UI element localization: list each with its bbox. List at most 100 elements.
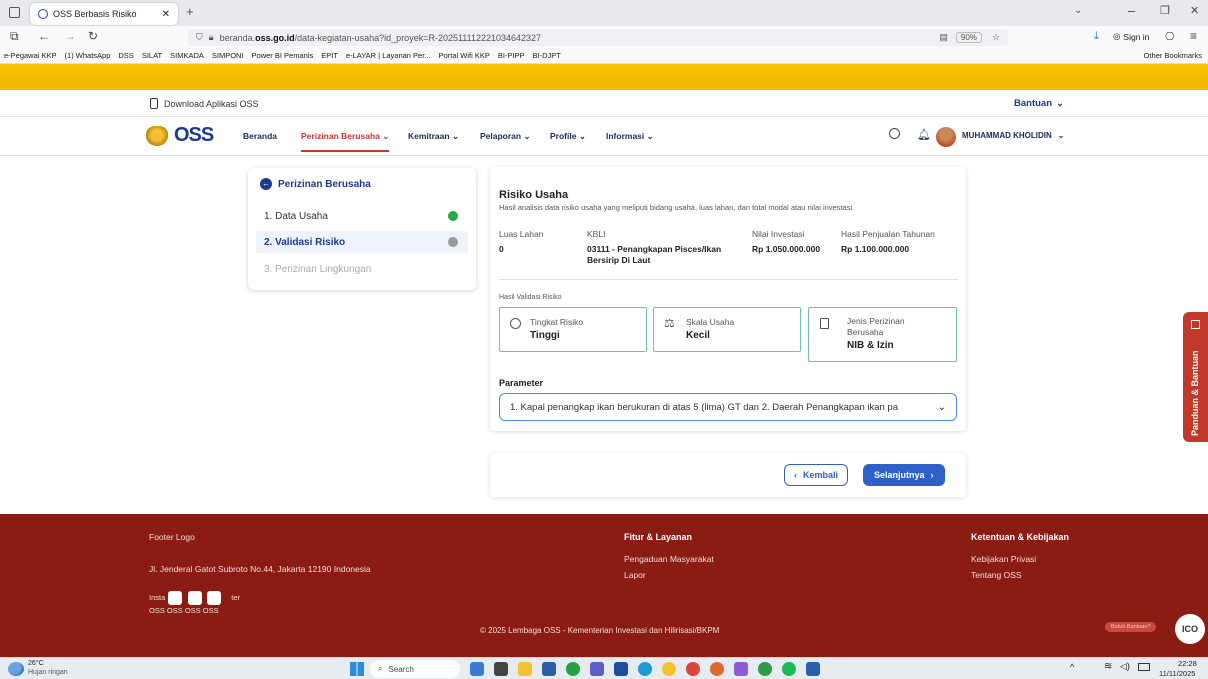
tab-close-icon[interactable]: ✕: [162, 9, 170, 20]
parameter-select[interactable]: 1. Kapal penangkap ikan berukuran di ata…: [499, 393, 957, 421]
browser-tab[interactable]: OSS Berbasis Risiko ✕: [30, 3, 178, 25]
stepper-card: ← Perizinan Berusaha 1. Data Usaha 2. Va…: [248, 168, 476, 290]
download-app-link[interactable]: Download Aplikasi OSS: [150, 98, 259, 109]
bookmark-item[interactable]: DSS: [118, 51, 133, 60]
bookmark-item[interactable]: (1) WhatsApp: [65, 51, 111, 60]
help-bubble[interactable]: Butuh Bantuan?: [1105, 622, 1157, 632]
bookmark-item[interactable]: BI-DJPT: [533, 51, 561, 60]
social-labels: OSS OSS OSS OSS: [149, 606, 219, 615]
other-bookmarks[interactable]: Other Bookmarks: [1144, 51, 1202, 60]
sign-in-button[interactable]: ◎ Sign in: [1113, 31, 1149, 42]
nav-kemitraan[interactable]: Kemitraan ⌄: [408, 131, 459, 142]
sidebar-toggle-icon[interactable]: ⧉: [10, 29, 19, 44]
word-icon[interactable]: [806, 662, 820, 676]
browser-icon[interactable]: [758, 662, 772, 676]
bookmark-item[interactable]: SIMKADA: [170, 51, 204, 60]
whatsapp-icon[interactable]: [566, 662, 580, 676]
box-tingkat-risiko: Tingkat Risiko Tinggi: [499, 307, 647, 352]
spotify-icon[interactable]: [782, 662, 796, 676]
outlook-icon[interactable]: [614, 662, 628, 676]
footer-link[interactable]: Pengaduan Masyarakat: [624, 554, 714, 564]
norton-icon[interactable]: [662, 662, 676, 676]
oss-logo[interactable]: OSS: [146, 124, 214, 147]
step-validasi-risiko[interactable]: 2. Validasi Risiko: [256, 231, 468, 253]
restore-icon[interactable]: ❐: [1160, 4, 1170, 17]
menu-icon[interactable]: ≡: [1190, 29, 1197, 43]
search-icon: ⌕: [378, 664, 383, 673]
fitur-title: Fitur & Layanan: [624, 532, 693, 542]
chrome-icon[interactable]: [686, 662, 700, 676]
download-icon[interactable]: ⤓: [1094, 30, 1099, 43]
edge-icon[interactable]: [638, 662, 652, 676]
store-icon[interactable]: [542, 662, 556, 676]
nav-beranda[interactable]: Beranda: [243, 131, 277, 141]
nav-perizinan-berusaha[interactable]: Perizinan Berusaha ⌄: [301, 131, 390, 152]
social-icon[interactable]: [168, 591, 182, 605]
url-bar[interactable]: ⛉ 🔒︎ beranda. oss.go.id/data-kegiatan-usa…: [188, 29, 1008, 46]
weather-temp: 26°C: [28, 660, 44, 667]
nav-profile[interactable]: Profile ⌄: [550, 131, 586, 142]
volume-icon[interactable]: ◁): [1120, 661, 1130, 672]
taskbar-search[interactable]: ⌕ Search: [370, 660, 460, 678]
widgets-icon[interactable]: [470, 662, 484, 676]
bookmark-item[interactable]: BI-PIPP: [498, 51, 525, 60]
bookmark-item[interactable]: e-LAYAR | Layanan Per...: [346, 51, 431, 60]
stepper-title[interactable]: ← Perizinan Berusaha: [260, 178, 371, 190]
wifi-icon[interactable]: ≋: [1104, 661, 1112, 672]
next-button[interactable]: Selanjutnya ›: [863, 464, 945, 486]
search-icon[interactable]: [889, 128, 900, 139]
minimize-icon[interactable]: –: [1128, 3, 1135, 18]
bookmark-item[interactable]: Power BI Pemanis: [252, 51, 314, 60]
reload-icon[interactable]: ↻: [88, 29, 98, 43]
footer-link[interactable]: Lapor: [624, 570, 646, 580]
forward-icon[interactable]: →: [64, 29, 76, 43]
bookmark-item[interactable]: Portal Wifi KKP: [439, 51, 490, 60]
scale-icon: ⚖︎: [664, 316, 675, 330]
weather-icon[interactable]: [8, 662, 24, 676]
panduan-bantuan-tab[interactable]: Panduan & Bantuan: [1183, 312, 1208, 442]
reader-icon[interactable]: ▤: [939, 32, 948, 43]
nav-informasi[interactable]: Informasi ⌄: [606, 131, 654, 142]
nav-pelaporan[interactable]: Pelaporan ⌄: [480, 131, 531, 142]
window-close-icon[interactable]: ✕: [1190, 4, 1199, 17]
help-dropdown[interactable]: Bantuan ⌄: [1014, 98, 1064, 109]
param-label: Parameter: [499, 378, 544, 388]
value-luas-lahan: 0: [499, 244, 504, 254]
tab-list-icon[interactable]: ⌄: [1074, 5, 1082, 16]
extensions-icon[interactable]: ⎔: [1165, 30, 1175, 43]
footer-link[interactable]: Kebijakan Privasi: [971, 554, 1036, 564]
bookmark-item[interactable]: e-Pegawai KKP: [4, 51, 57, 60]
social-icon[interactable]: [207, 591, 221, 605]
social-icon[interactable]: [188, 591, 202, 605]
clock-time[interactable]: 22:28: [1178, 659, 1197, 668]
new-tab-icon[interactable]: +: [186, 4, 194, 19]
clock-date[interactable]: 11/11/2025: [1159, 669, 1195, 678]
back-icon[interactable]: ←: [38, 29, 50, 43]
bookmark-item[interactable]: SILAT: [142, 51, 162, 60]
windows-start-icon[interactable]: [350, 662, 364, 676]
footer-link[interactable]: Tentang OSS: [971, 570, 1022, 580]
teams-icon[interactable]: [590, 662, 604, 676]
zoom-badge[interactable]: 90%: [955, 32, 982, 43]
tab-overview-icon[interactable]: [9, 7, 20, 18]
taskview-icon[interactable]: [494, 662, 508, 676]
avatar[interactable]: [936, 127, 956, 147]
garuda-emblem-icon: [146, 125, 168, 146]
bookmark-item[interactable]: SIMPONI: [212, 51, 244, 60]
footer-address: Jl. Jenderal Gatot Subroto No.44, Jakart…: [149, 564, 371, 574]
step-data-usaha[interactable]: 1. Data Usaha: [256, 205, 468, 227]
photos-icon[interactable]: [734, 662, 748, 676]
document-icon: [820, 318, 829, 329]
firefox-icon[interactable]: [710, 662, 724, 676]
tray-chevron-icon[interactable]: ^: [1070, 662, 1074, 672]
back-button[interactable]: ‹ Kembali: [784, 464, 849, 486]
step-perizinan-lingkungan[interactable]: 3. Perizinan Lingkungan: [256, 258, 468, 280]
bookmark-item[interactable]: EPIT: [321, 51, 338, 60]
explorer-icon[interactable]: [518, 662, 532, 676]
chat-button[interactable]: ICO: [1175, 614, 1205, 644]
chevron-down-icon: ⌄: [1056, 98, 1064, 109]
bell-icon[interactable]: 🔔︎: [917, 128, 931, 141]
bookmark-star-icon[interactable]: ☆: [992, 32, 1000, 43]
battery-icon[interactable]: [1138, 663, 1150, 671]
user-menu[interactable]: MUHAMMAD KHOLIDIN ⌄: [962, 131, 1064, 140]
